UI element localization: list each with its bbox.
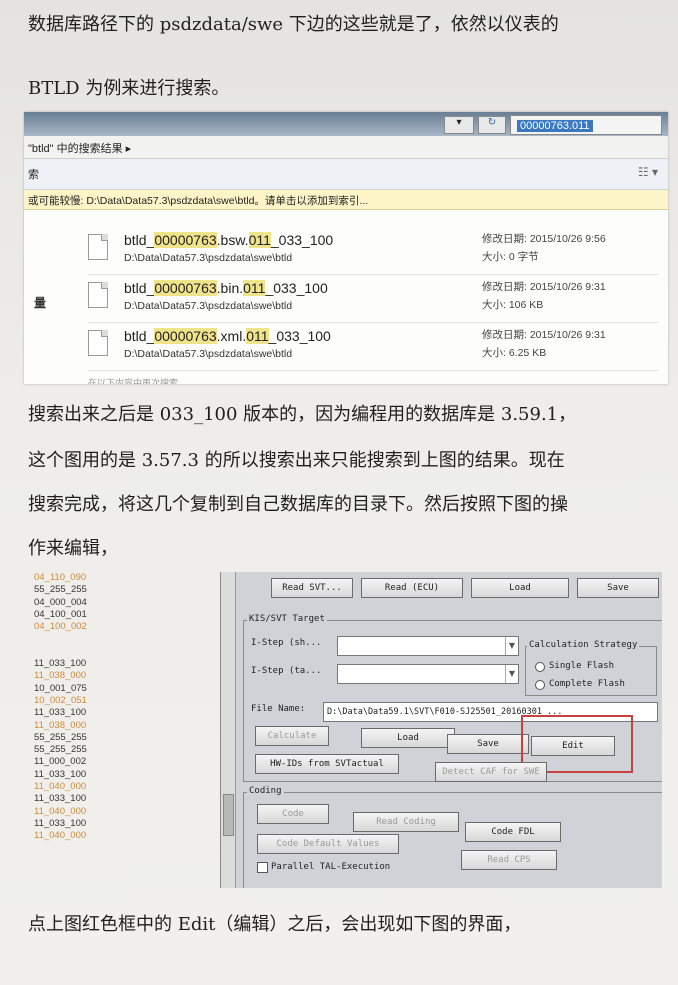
hw-ids-button[interactable]: HW-IDs from SVTactual xyxy=(255,754,399,774)
version-item: 04_100_001 xyxy=(34,608,87,620)
cutoff-text: 在以下内容中再次搜索 xyxy=(88,378,179,384)
paragraph-3-line-1: 点上图红色框中的 Edit（编辑）之后，会出现如下图的界面， xyxy=(28,914,522,935)
index-warning-bar[interactable]: 或可能较慢: D:\Data\Data57.3\psdzdata\swe\btl… xyxy=(24,190,668,210)
istep-target-label: I-Step (ta... xyxy=(251,666,322,676)
code-fdl-button[interactable]: Code FDL xyxy=(465,822,561,842)
kis-svt-target-title: KIS/SVT Target xyxy=(247,614,327,624)
file-path: D:\Data\Data57.3\psdzdata\swe\btld xyxy=(124,348,293,360)
chevron-down-icon: ▼ xyxy=(505,665,518,683)
version-item: 04_110_090 xyxy=(34,572,87,583)
coding-title: Coding xyxy=(247,786,284,796)
istep-shipment-label: I-Step (sh... xyxy=(251,638,322,648)
read-coding-button[interactable]: Read Coding xyxy=(353,812,459,832)
version-item: 55_255_255 xyxy=(34,744,87,756)
read-svt-button[interactable]: Read SVT... xyxy=(271,578,353,598)
tool-panel: Read SVT... Read (ECU) Load Save KIS/SVT… xyxy=(220,572,662,888)
address-bar: ▾ ↻ 00000763.011 xyxy=(24,112,668,136)
read-ecu-button[interactable]: Read (ECU) xyxy=(361,578,463,598)
explorer-toolbar: 索 ☷ ▾ xyxy=(24,159,668,190)
file-path: D:\Data\Data57.3\psdzdata\swe\btld xyxy=(124,252,293,264)
save-top-button[interactable]: Save xyxy=(577,578,659,598)
file-name: btld_00000763.bin.011_033_100 xyxy=(124,280,328,296)
version-item: 11_038_000 xyxy=(34,670,87,682)
calculate-button[interactable]: Calculate xyxy=(255,726,329,746)
side-label: 量 xyxy=(34,296,47,310)
version-item: 11_000_002 xyxy=(34,756,87,768)
detect-caf-button[interactable]: Detect CAF for SWE xyxy=(435,762,547,782)
version-list: 04_110_090 55_255_255 04_000_004 04_100_001… xyxy=(34,572,108,843)
breadcrumb: "btld" 中的搜索结果 ▸ xyxy=(24,136,668,159)
file-row[interactable]: btld_00000763.bin.011_033_100 D:\Data\Da… xyxy=(88,276,658,323)
complete-flash-label: Complete Flash xyxy=(549,679,625,689)
file-name: btld_00000763.bsw.011_033_100 xyxy=(124,232,334,248)
version-item: 04_100_002 xyxy=(34,621,87,633)
file-name-label: File Name: xyxy=(251,704,306,714)
load-top-button[interactable]: Load xyxy=(471,578,569,598)
file-icon xyxy=(88,330,108,356)
tool-screenshot: 04_110_090 55_255_255 04_000_004 04_100_001… xyxy=(28,572,662,888)
istep-target-select[interactable]: ▼ xyxy=(337,664,519,684)
calc-strategy-title: Calculation Strategy xyxy=(527,640,640,650)
version-item: 55_255_255 xyxy=(34,731,87,743)
complete-flash-radio[interactable] xyxy=(535,680,545,690)
file-meta: 修改日期: 2015/10/26 9:31 大小: 106 KB xyxy=(482,281,606,311)
load-button[interactable]: Load xyxy=(361,728,455,748)
save-button[interactable]: Save xyxy=(447,734,529,754)
search-input[interactable]: 00000763.011 xyxy=(510,115,662,135)
paragraph-1-line-2: BTLD 为例来进行搜索。 xyxy=(28,78,230,99)
file-row[interactable]: btld_00000763.bsw.011_033_100 D:\Data\Da… xyxy=(88,228,658,275)
version-item: 10_002_051 xyxy=(34,694,87,706)
file-path: D:\Data\Data57.3\psdzdata\swe\btld xyxy=(124,300,293,312)
file-meta: 修改日期: 2015/10/26 9:31 大小: 6.25 KB xyxy=(482,329,606,359)
file-row[interactable]: btld_00000763.xml.011_033_100 D:\Data\Da… xyxy=(88,324,658,371)
scrollbar[interactable] xyxy=(221,572,236,888)
version-item: 11_040_000 xyxy=(34,805,87,817)
file-icon xyxy=(88,282,108,308)
refresh-icon[interactable]: ↻ xyxy=(478,116,506,134)
address-dropdown-button[interactable]: ▾ xyxy=(444,116,474,134)
paragraph-2-line-1: 搜索出来之后是 033_100 版本的，因为编程用的数据库是 3.59.1， xyxy=(28,404,577,425)
parallel-tal-label: Parallel TAL-Execution xyxy=(271,862,391,872)
single-flash-label: Single Flash xyxy=(549,661,615,671)
version-item: 11_038_000 xyxy=(34,719,87,731)
version-item: 55_255_255 xyxy=(34,584,87,596)
file-icon xyxy=(88,234,108,260)
version-item: 11_040_000 xyxy=(34,781,87,793)
version-item: 04_000_004 xyxy=(34,596,87,608)
search-text: 00000763.011 xyxy=(517,120,593,132)
paragraph-2-line-3: 搜索完成，将这几个复制到自己数据库的目录下。然后按照下图的操 xyxy=(28,494,568,515)
file-meta: 修改日期: 2015/10/26 9:56 大小: 0 字节 xyxy=(482,233,606,263)
toolbar-label[interactable]: 索 xyxy=(28,166,39,182)
version-item: 11_033_100 xyxy=(34,768,87,780)
version-item: 11_033_100 xyxy=(34,707,87,719)
book-page: 数据库路径下的 psdzdata/swe 下边的这些就是了，依然以仪表的 BTL… xyxy=(0,0,678,985)
version-item: 11_033_100 xyxy=(34,817,87,829)
code-default-values-button[interactable]: Code Default Values xyxy=(257,834,399,854)
parallel-tal-checkbox[interactable] xyxy=(257,862,268,873)
single-flash-radio[interactable] xyxy=(535,662,545,672)
file-name: btld_00000763.xml.011_033_100 xyxy=(124,328,331,344)
scrollbar-thumb[interactable] xyxy=(223,794,234,836)
version-item: 11_033_100 xyxy=(34,793,87,805)
version-item: 11_033_100 xyxy=(34,658,87,670)
version-item: 10_001_075 xyxy=(34,682,87,694)
paragraph-2-line-2: 这个图用的是 3.57.3 的所以搜索出来只能搜索到上图的结果。现在 xyxy=(28,450,565,471)
view-options-icon[interactable]: ☷ ▾ xyxy=(638,165,658,179)
istep-shipment-select[interactable]: ▼ xyxy=(337,636,519,656)
code-button[interactable]: Code xyxy=(257,804,329,824)
chevron-down-icon: ▼ xyxy=(505,637,518,655)
version-item: 11_040_000 xyxy=(34,830,87,842)
read-cps-button[interactable]: Read CPS xyxy=(461,850,557,870)
breadcrumb-label[interactable]: "btld" 中的搜索结果 ▸ xyxy=(28,140,131,156)
paragraph-2-line-4: 作来编辑， xyxy=(28,538,118,559)
paragraph-1-line-1: 数据库路径下的 psdzdata/swe 下边的这些就是了，依然以仪表的 xyxy=(28,14,559,35)
explorer-screenshot: ▾ ↻ 00000763.011 "btld" 中的搜索结果 ▸ 索 ☷ ▾ 或… xyxy=(24,112,668,384)
